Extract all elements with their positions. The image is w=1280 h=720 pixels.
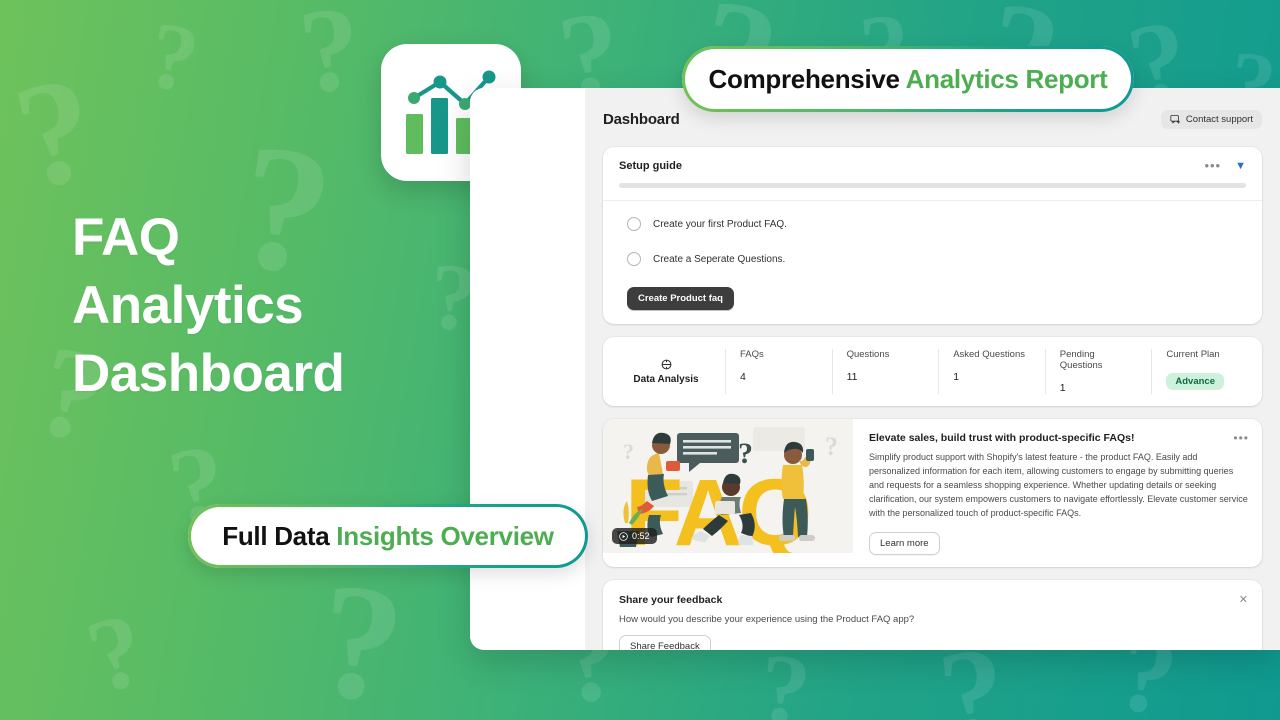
setup-guide-actions: ••• ▼ xyxy=(1204,159,1246,172)
app-screenshot-panel: Dashboard Contact support Setup guide ••… xyxy=(470,88,1280,650)
stat-value: 4 xyxy=(740,371,746,383)
setup-guide-title: Setup guide xyxy=(619,160,682,172)
ellipsis-icon[interactable]: ••• xyxy=(1204,159,1221,172)
plan-label: Current Plan xyxy=(1166,349,1220,360)
ellipsis-icon[interactable]: ••• xyxy=(1233,431,1249,445)
app-content-area: Dashboard Contact support Setup guide ••… xyxy=(585,88,1280,650)
chevron-down-icon[interactable]: ▼ xyxy=(1235,160,1246,172)
stat-pending-questions: Pending Questions 1 xyxy=(1044,349,1152,394)
headline-line-2: Analytics xyxy=(72,275,304,335)
badge-bottom-green-text: Insights Overview xyxy=(336,520,554,551)
chat-support-icon xyxy=(1170,114,1181,124)
contact-support-button[interactable]: Contact support xyxy=(1160,110,1262,129)
share-feedback-button[interactable]: Share Feedback xyxy=(619,634,711,650)
stat-asked-questions: Asked Questions 1 xyxy=(938,349,1045,394)
badge-bottom-dark-text: Full Data xyxy=(222,520,337,551)
status-badge: Advance xyxy=(1166,373,1224,390)
headline-line-3: Dashboard xyxy=(72,343,345,403)
play-icon xyxy=(619,531,628,541)
task-checkbox-icon[interactable] xyxy=(627,252,641,266)
stat-faqs: FAQs 4 xyxy=(725,349,832,394)
page-header: Dashboard Contact support xyxy=(603,110,1262,129)
stat-label: Questions xyxy=(846,349,890,360)
task-label: Create a Seperate Questions. xyxy=(653,253,786,265)
stat-current-plan: Current Plan Advance xyxy=(1151,349,1258,394)
feedback-card: ✕ Share your feedback How would you desc… xyxy=(603,579,1262,650)
promo-title: Elevate sales, build trust with product-… xyxy=(869,432,1135,444)
video-duration-badge: 0:52 xyxy=(612,528,657,544)
promo-body: Simplify product support with Shopify's … xyxy=(869,452,1248,518)
setup-guide-tasks: Create your first Product FAQ. Create a … xyxy=(603,201,1262,324)
task-label: Create your first Product FAQ. xyxy=(653,218,787,230)
stats-card: Data Analysis FAQs 4 Questions 11 Asked … xyxy=(603,337,1262,406)
feedback-content: ✕ Share your feedback How would you desc… xyxy=(603,580,1262,650)
feedback-title: Share your feedback xyxy=(619,593,723,606)
stats-section-title: Data Analysis xyxy=(607,349,725,394)
stat-label: Pending Questions xyxy=(1059,349,1103,371)
promo-card: ? ? ? FAQ xyxy=(603,419,1262,567)
stat-value: 1 xyxy=(1059,382,1066,394)
setup-guide-header: Setup guide ••• ▼ xyxy=(603,147,1262,172)
setup-task-item[interactable]: Create your first Product FAQ. xyxy=(619,217,1246,231)
video-duration-label: 0:52 xyxy=(632,531,650,541)
promo-content: ••• Elevate sales, build trust with prod… xyxy=(853,419,1262,567)
callout-badge-top: Comprehensive Analytics Report xyxy=(682,46,1134,112)
stat-label: Asked Questions xyxy=(953,349,1026,360)
badge-top-green-text: Analytics Report xyxy=(905,63,1108,94)
svg-text:?: ? xyxy=(825,432,838,461)
setup-guide-card: Setup guide ••• ▼ Create your first Prod… xyxy=(603,147,1262,324)
callout-badge-bottom: Full Data Insights Overview xyxy=(188,504,588,568)
setup-task-item[interactable]: Create a Seperate Questions. xyxy=(619,252,1246,266)
headline-line-1: FAQ xyxy=(72,208,180,267)
marketing-headline: FAQ Analytics Dashboard xyxy=(72,204,472,407)
stat-label: FAQs xyxy=(740,349,764,360)
contact-support-label: Contact support xyxy=(1185,114,1253,125)
create-product-faq-button[interactable]: Create Product faq xyxy=(627,287,734,310)
task-checkbox-icon[interactable] xyxy=(627,217,641,231)
stat-value: 1 xyxy=(953,371,960,383)
stat-value: 11 xyxy=(846,371,858,383)
promo-video-thumbnail[interactable]: ? ? ? FAQ xyxy=(603,419,853,553)
stats-section-label: Data Analysis xyxy=(633,374,699,385)
learn-more-button[interactable]: Learn more xyxy=(869,531,940,555)
stat-questions: Questions 11 xyxy=(831,349,939,394)
close-icon[interactable]: ✕ xyxy=(1239,593,1248,606)
badge-top-dark-text: Comprehensive xyxy=(708,63,906,94)
setup-progress-bar xyxy=(619,183,1246,188)
data-analysis-icon xyxy=(660,358,673,371)
stats-row: Data Analysis FAQs 4 Questions 11 Asked … xyxy=(603,337,1262,406)
feedback-question: How would you describe your experience u… xyxy=(619,613,915,625)
page-title: Dashboard xyxy=(603,111,680,128)
